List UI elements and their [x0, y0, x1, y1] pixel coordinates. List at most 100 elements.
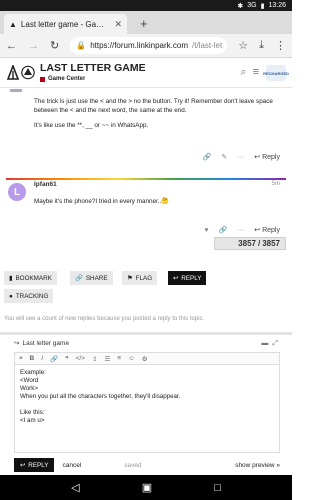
bookmark-button[interactable]: ▮ BOOKMARK — [4, 271, 57, 285]
composer-footer: ↩ REPLY cancel saved show preview » — [14, 457, 280, 473]
quote-icon[interactable]: ❝ — [19, 355, 23, 363]
link-icon[interactable]: 🔗 — [219, 226, 228, 234]
post-body: Maybe it's the phone?I tried in every ma… — [34, 197, 284, 206]
draft-saved-status: saved — [124, 461, 142, 469]
url-path: /t/last-let — [192, 41, 223, 50]
favicon-icon: ▲ — [9, 19, 17, 29]
system-nav-bar: ◁ ▣ □ — [0, 475, 292, 500]
user-avatar[interactable]: RECHARGED — [263, 65, 289, 81]
close-tab-icon[interactable]: ✕ — [114, 19, 122, 30]
post-timestamp[interactable]: 5m — [272, 181, 280, 187]
reload-icon[interactable]: ↻ — [50, 39, 59, 52]
show-preview-link[interactable]: show preview » — [235, 462, 280, 469]
forward-icon[interactable]: → — [28, 40, 39, 52]
bullet-list-icon[interactable]: ☰ — [104, 355, 110, 363]
bold-icon[interactable]: B — [30, 355, 35, 362]
home-icon[interactable]: ▣ — [142, 481, 152, 494]
post-paragraph: The trick is just use the < and the > no… — [34, 98, 273, 114]
progress-total: 3857 — [262, 239, 280, 248]
share-icon: 🔗 — [75, 275, 83, 282]
lock-icon: 🔒 — [76, 41, 87, 50]
link-icon[interactable]: 🔗 — [50, 355, 58, 363]
share-label: SHARE — [85, 274, 108, 282]
tracking-dot-icon: ● — [9, 292, 13, 300]
settings-gear-icon[interactable]: ⚙ — [142, 355, 148, 363]
progress-current: 3857 — [238, 239, 256, 248]
category-badge[interactable]: Game Center — [40, 76, 85, 82]
reply-arrow-icon: ↩ — [173, 274, 179, 282]
network-type: 3G — [247, 2, 257, 9]
composer-textarea[interactable]: Example: <Word Work> When you put all th… — [14, 364, 280, 453]
bookmark-star-icon[interactable]: ☆ — [238, 39, 248, 52]
back-triangle-icon[interactable]: ◁ — [71, 481, 79, 494]
like-heart-icon[interactable]: ♥ — [204, 227, 208, 234]
reply-topic-label: REPLY — [181, 274, 202, 282]
reply-notice: You will see a count of new replies beca… — [4, 316, 205, 322]
reply-label: Reply — [262, 154, 280, 161]
browser-tab-strip: ▲ Last letter game - Game Ce ✕ + — [0, 11, 292, 34]
bluetooth-icon: ✱ — [237, 2, 244, 10]
bookmark-icon: ▮ — [9, 274, 13, 282]
flag-icon: ⚑ — [127, 274, 133, 282]
flag-button[interactable]: ⚑ FLAG — [122, 271, 158, 285]
fullscreen-icon[interactable]: ⤢ — [272, 340, 278, 348]
blockquote-icon[interactable]: ❞ — [65, 355, 69, 363]
flag-label: FLAG — [135, 274, 153, 282]
composer-reply-button[interactable]: ↩ REPLY — [14, 458, 55, 472]
url-host: https://forum.linkinpark.com — [90, 41, 188, 50]
progress-separator: / — [257, 239, 261, 248]
url-bar: ← → ↻ 🔒 https://forum.linkinpark.com/t/l… — [0, 34, 292, 58]
more-icon[interactable]: ··· — [237, 227, 244, 234]
editor-toolbar: ❝ B I 🔗 ❞ </> ⇪ ☰ ≡ ☺ ⚙ — [14, 352, 280, 364]
hamburger-menu-icon[interactable]: ≡ — [253, 66, 259, 79]
avatar[interactable]: L — [8, 183, 26, 201]
tracking-button[interactable]: ● TRACKING — [4, 289, 54, 303]
address-field[interactable]: 🔒 https://forum.linkinpark.com/t/last-le… — [70, 37, 228, 54]
emoji-icon[interactable]: ☺ — [128, 355, 135, 362]
minimize-icon[interactable]: ▬ — [261, 340, 268, 348]
composer-cancel-link[interactable]: cancel — [62, 462, 81, 469]
italic-icon[interactable]: I — [41, 355, 43, 362]
reply-topic-button[interactable]: ↩ REPLY — [168, 271, 207, 285]
post-actions: ♥ 🔗 ··· ↩ Reply — [204, 226, 280, 235]
new-tab-icon[interactable]: + — [140, 16, 148, 31]
numbered-list-icon[interactable]: ≡ — [117, 355, 121, 362]
reply-composer: ↪ Last letter game ▬ ⤢ ❝ B I 🔗 ❞ </> ⇪ ☰… — [0, 332, 292, 475]
menu-icon[interactable]: ⋮ — [275, 39, 286, 52]
reply-label: Reply — [262, 227, 280, 234]
username[interactable]: lpfan61 — [34, 181, 57, 188]
status-bar: ✱ 3G ▮ 13:26 — [0, 0, 292, 11]
post-paragraph: Maybe it's the phone?I tried in every ma… — [34, 198, 170, 205]
edit-icon[interactable]: ✎ — [221, 153, 227, 161]
download-icon[interactable]: ⤓ — [259, 39, 264, 52]
battery-icon: ▮ — [260, 2, 265, 10]
link-icon[interactable]: 🔗 — [203, 153, 212, 161]
tab-title: Last letter game - Game Ce — [20, 19, 111, 29]
back-icon[interactable]: ← — [6, 40, 17, 52]
search-icon[interactable]: ⌕ — [240, 66, 246, 79]
previous-post-avatar — [10, 89, 22, 92]
clock: 13:26 — [268, 2, 286, 9]
header-icons: ⌕ ≡ — [240, 66, 259, 79]
composer-window-icons: ▬ ⤢ — [261, 340, 278, 348]
site-header: LAST LETTER GAME Game Center ⌕ ≡ RECHARG… — [0, 58, 292, 88]
topic-title[interactable]: LAST LETTER GAME — [40, 62, 146, 74]
post-actions: 🔗 ✎ ··· ↩ Reply — [203, 153, 280, 162]
browser-tab[interactable]: ▲ Last letter game - Game Ce ✕ — [4, 14, 127, 34]
category-color-square — [40, 76, 45, 82]
post-paragraph: It's like use the **, __ or ~~ in WhatsA… — [34, 122, 149, 129]
topic-progress[interactable]: 3857 / 3857 — [214, 237, 286, 250]
more-icon[interactable]: ··· — [237, 154, 244, 161]
reply-button[interactable]: ↩ Reply — [254, 153, 280, 161]
post-divider — [6, 178, 286, 180]
recents-icon[interactable]: □ — [214, 482, 221, 494]
upload-icon[interactable]: ⇪ — [92, 355, 97, 363]
composer-reply-to[interactable]: Last letter game — [22, 340, 69, 347]
reply-arrow-icon: ↪ — [14, 340, 20, 347]
composer-header: ↪ Last letter game — [14, 339, 69, 348]
linkin-park-logo-icon[interactable] — [6, 65, 36, 80]
code-icon[interactable]: </> — [76, 355, 85, 362]
share-button[interactable]: 🔗 SHARE — [70, 271, 113, 285]
reply-button[interactable]: ↩ Reply — [254, 226, 280, 234]
bookmark-label: BOOKMARK — [15, 274, 52, 282]
